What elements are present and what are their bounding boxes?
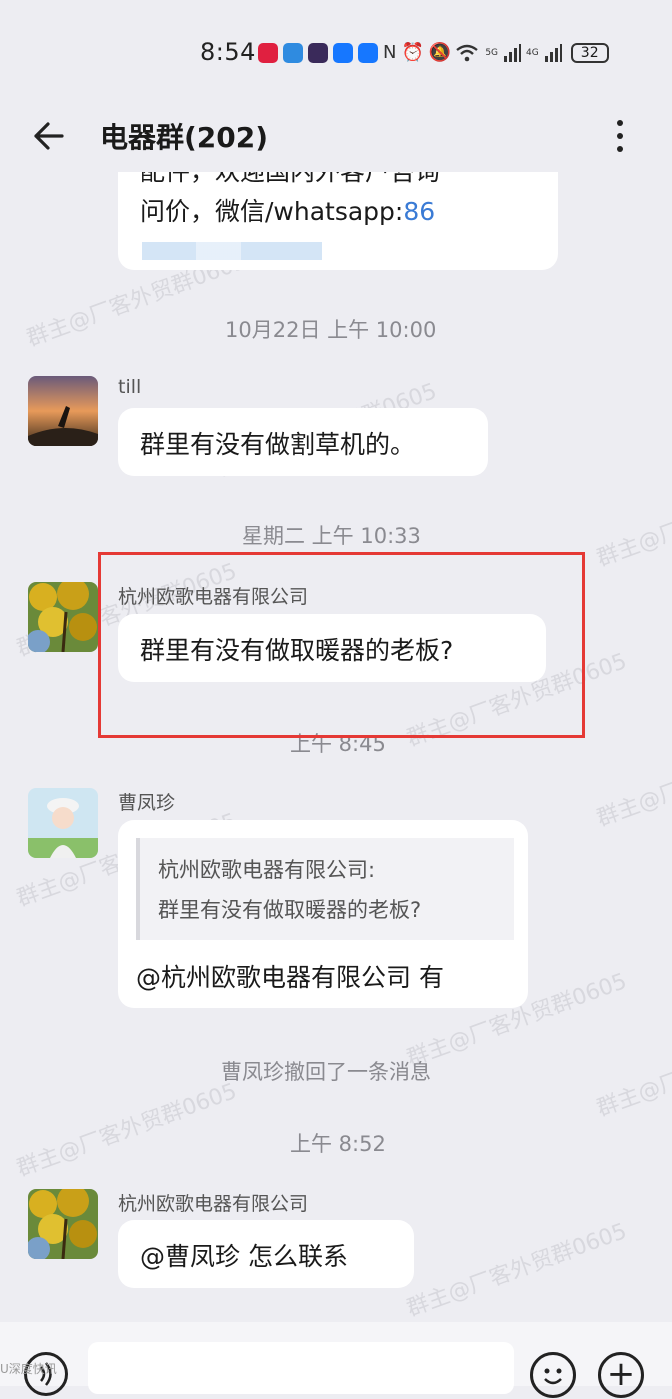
nfc-icon: N — [383, 42, 397, 63]
network-4g-label: 4G — [526, 48, 539, 58]
phone-link[interactable]: 86 — [403, 197, 435, 226]
quote-sender: 杭州欧歌电器有限公司: — [158, 858, 376, 882]
message-bubble[interactable]: @曹凤珍 怎么联系 — [118, 1220, 414, 1288]
watermark: 群主@厂客外贸群0605 — [403, 1218, 631, 1322]
avatar[interactable] — [28, 376, 98, 446]
message-input[interactable] — [88, 1342, 514, 1394]
message-bubble[interactable]: 群里有没有做割草机的。 — [118, 408, 488, 476]
battery-icon: 32 — [570, 43, 609, 63]
avatar-sunset-image — [28, 376, 98, 446]
sender-name: 杭州欧歌电器有限公司 — [118, 1193, 309, 1215]
chat-header: 电器群(202) — [0, 100, 672, 172]
more-button[interactable] — [600, 112, 640, 160]
sender-name: 曹凤珍 — [118, 792, 176, 814]
timestamp: 星期二 上午 10:33 — [242, 524, 421, 548]
message-text: 群里有没有做割草机的。 — [140, 430, 416, 459]
message-bubble[interactable]: 配件，欢迎国内外客户咨询 问价，微信/whatsapp:86 — [118, 172, 558, 270]
back-button[interactable] — [28, 114, 72, 158]
alipay-icon — [358, 43, 378, 63]
signal-icon — [544, 44, 562, 62]
input-bar: + — [0, 1322, 672, 1398]
wifi-icon — [456, 44, 479, 62]
arrow-left-icon — [34, 122, 64, 150]
plus-icon: + — [606, 1354, 636, 1394]
avatar[interactable] — [28, 788, 98, 858]
avatar[interactable] — [28, 1189, 98, 1259]
status-time: 8:54 — [200, 38, 256, 66]
weather-icon — [283, 43, 303, 63]
app-icon-red — [258, 43, 278, 63]
more-vertical-icon — [617, 120, 623, 126]
avatar-cartoon-girl-image — [28, 788, 98, 858]
avatar-ginkgo-image — [28, 1189, 98, 1259]
blurred-redaction — [142, 242, 322, 260]
watermark: 群主@厂客外贸群0605 — [593, 1018, 672, 1122]
signal-icon — [504, 44, 522, 62]
watermark: 群主@厂客外贸群0605 — [13, 1078, 241, 1182]
source-watermark: U深度快讯 — [0, 1362, 57, 1376]
message-text: 配件，欢迎国内外客户咨询 — [140, 172, 440, 188]
emoji-button[interactable] — [530, 1352, 576, 1398]
smile-icon — [544, 1368, 562, 1385]
message-list[interactable]: 群主@厂客外贸群0605 群主@厂客外贸群0605 群主@厂客外贸群0605 群… — [10, 172, 672, 1322]
plus-button[interactable]: + — [598, 1352, 644, 1398]
message-text: @曹凤珍 怎么联系 — [140, 1242, 348, 1271]
highlight-box — [98, 552, 585, 738]
timestamp: 上午 8:52 — [290, 1132, 386, 1156]
message-text: 问价，微信/whatsapp:86 — [140, 197, 436, 226]
avatar[interactable] — [28, 582, 98, 652]
message-bubble[interactable]: 杭州欧歌电器有限公司: 群里有没有做取暖器的老板? @杭州欧歌电器有限公司 有 — [118, 820, 528, 1008]
sender-name: till — [118, 376, 142, 398]
quote-text: 群里有没有做取暖器的老板? — [158, 898, 422, 922]
system-notice: 曹凤珍撤回了一条消息 — [221, 1060, 431, 1084]
message-text: @杭州欧歌电器有限公司 有 — [136, 963, 444, 992]
alipay-icon — [333, 43, 353, 63]
timestamp: 10月22日 上午 10:00 — [225, 318, 437, 342]
avatar-ginkgo-image — [28, 582, 98, 652]
quoted-message[interactable]: 杭州欧歌电器有限公司: 群里有没有做取暖器的老板? — [136, 838, 514, 940]
watermark: 群主@厂客外贸群0605 — [593, 468, 672, 572]
game-icon — [308, 43, 328, 63]
status-bar: 8:54 N ⏰ 🔕 5G 4G 32 — [0, 0, 672, 100]
chat-title: 电器群(202) — [100, 121, 269, 154]
status-icons: N ⏰ 🔕 5G 4G 32 — [258, 38, 609, 68]
alarm-icon: ⏰ — [401, 42, 424, 63]
network-5g-label: 5G — [485, 48, 499, 58]
watermark: 群主@厂客外贸群0605 — [593, 728, 672, 832]
mute-icon: 🔕 — [428, 42, 452, 63]
